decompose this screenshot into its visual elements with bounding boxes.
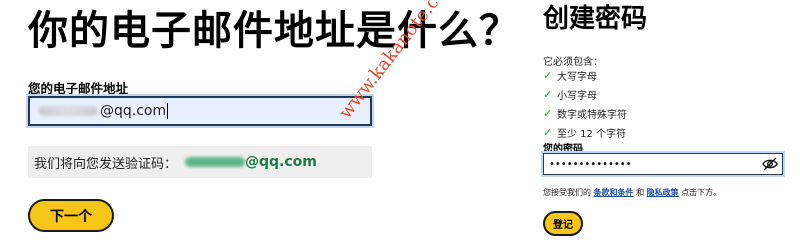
password-field[interactable]: •••••••••••••• xyxy=(543,153,783,175)
check-icon: ✓ xyxy=(543,107,553,120)
check-icon: ✓ xyxy=(543,88,553,101)
password-page-title: 创建密码 xyxy=(543,4,648,34)
next-button[interactable]: 下一个 xyxy=(28,199,114,232)
text-caret xyxy=(167,103,169,119)
check-icon: ✓ xyxy=(543,69,553,82)
redacted-notice-email xyxy=(185,157,246,167)
requirement-item: ✓ 大写字母 xyxy=(543,69,597,83)
register-button[interactable]: 登记 xyxy=(543,211,583,236)
privacy-link[interactable]: 隐私政策 xyxy=(647,188,679,197)
verification-notice: 我们将向您发送验证码： @qq.com xyxy=(28,146,372,178)
redacted-email-local-part xyxy=(38,106,98,116)
email-field[interactable]: @qq.com xyxy=(28,96,372,126)
password-requirements-list: ✓ 大写字母 ✓ 小写字母 ✓ 数字或特殊字符 ✓ 至少 12 个字符 xyxy=(543,66,627,142)
password-field-value: •••••••••••••• xyxy=(549,158,632,170)
page-title: 你的电子邮件地址是什么？ xyxy=(28,8,520,54)
email-step-panel: 你的电子邮件地址是什么？ 您的电子邮件地址 @qq.com 我们将向您发送验证码… xyxy=(0,0,520,246)
check-icon: ✓ xyxy=(543,126,553,139)
requirement-item: ✓ 小写字母 xyxy=(543,88,597,102)
verification-notice-text: 我们将向您发送验证码： xyxy=(34,156,178,172)
terms-text: 您接受我们的 条款和条件 和 隐私政策 点击下方。 xyxy=(543,188,722,197)
password-step-panel: 创建密码 它必须包含： ✓ 大写字母 ✓ 小写字母 ✓ 数字或特殊字符 ✓ 至少 12 … xyxy=(535,0,800,246)
email-field-value: @qq.com xyxy=(100,103,167,119)
eye-slash-icon[interactable] xyxy=(762,157,778,171)
terms-link[interactable]: 条款和条件 xyxy=(594,188,634,197)
requirement-item: ✓ 数字或特殊字符 xyxy=(543,107,627,121)
email-field-label: 您的电子邮件地址 xyxy=(28,81,129,96)
verification-notice-email: @qq.com xyxy=(245,154,317,170)
